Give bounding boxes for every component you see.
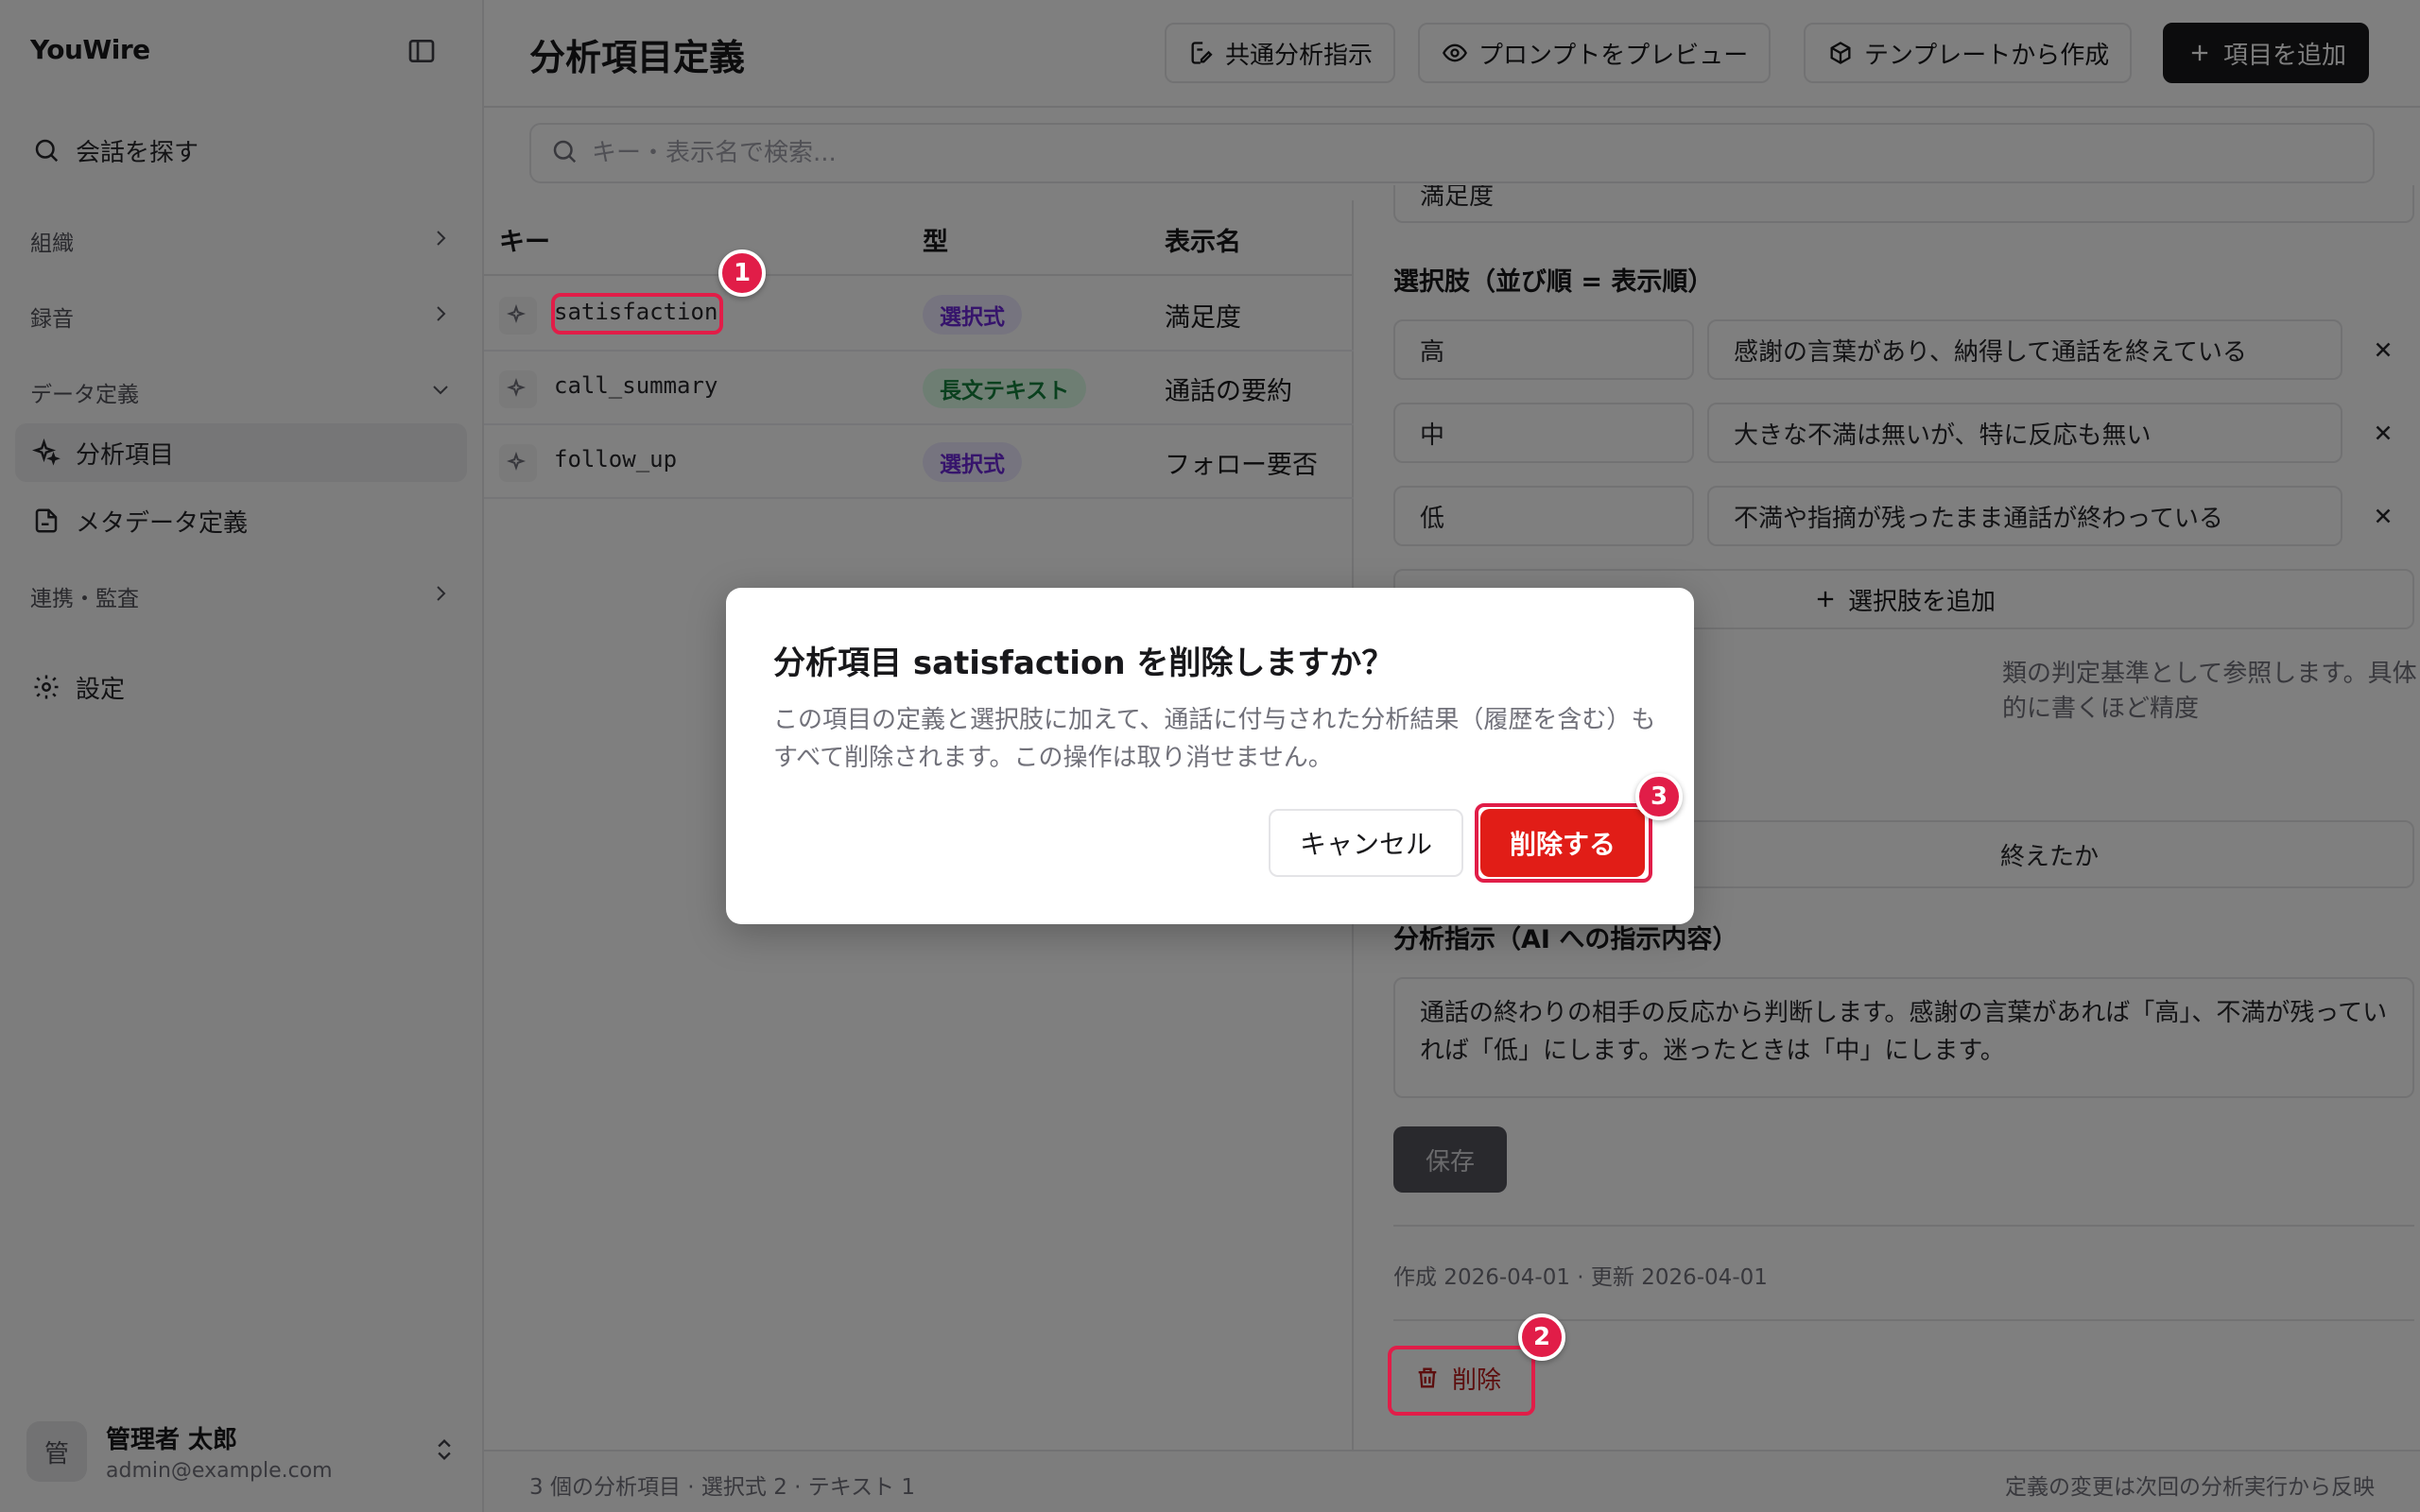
annotation-marker-3: 3 xyxy=(1635,773,1683,820)
confirm-delete-button[interactable]: 削除する xyxy=(1480,809,1645,877)
annotation-marker-2: 2 xyxy=(1518,1314,1565,1361)
delete-confirm-dialog: 分析項目 satisfaction を削除しますか？ この項目の定義と選択肢に加… xyxy=(726,588,1694,924)
dialog-description: この項目の定義と選択肢に加えて、通話に付与された分析結果（履歴を含む）もすべて削… xyxy=(773,706,1656,772)
annotation-marker-1: 1 xyxy=(718,249,766,297)
dialog-title: 分析項目 satisfaction を削除しますか？ xyxy=(773,644,1394,682)
cancel-button[interactable]: キャンセル xyxy=(1269,809,1463,877)
